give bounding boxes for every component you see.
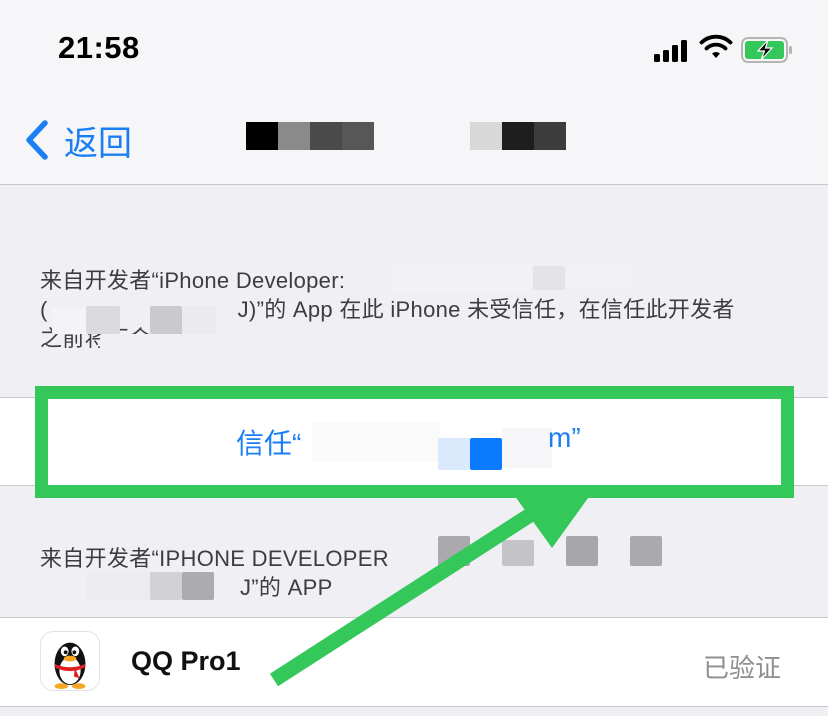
- redaction-block: [438, 438, 470, 470]
- app-name: QQ Pro1: [131, 646, 241, 676]
- status-time: 21:58: [58, 30, 140, 65]
- redaction-block: [150, 572, 182, 600]
- redacted-title-part: [246, 122, 374, 150]
- redacted-title-part: [470, 122, 566, 150]
- redaction-block: [182, 572, 214, 600]
- redaction-block: [470, 438, 502, 470]
- redaction-block: [312, 422, 440, 462]
- wifi-icon: [699, 34, 733, 58]
- redaction-block: [502, 428, 552, 468]
- redaction-block: [150, 306, 182, 334]
- redaction-block: [100, 334, 240, 354]
- status-bar: 21:58: [0, 0, 828, 96]
- back-chevron-icon: [26, 120, 48, 160]
- apps-header-line: 来自开发者“IPHONE DEVELOPER: [40, 546, 389, 571]
- redaction-block: [392, 262, 532, 292]
- redaction-block: [86, 306, 120, 334]
- back-label: 返回: [64, 124, 132, 163]
- qq-penguin-icon: [40, 631, 100, 691]
- redaction-block: [182, 306, 216, 334]
- back-button[interactable]: 返回: [24, 118, 132, 163]
- cellular-signal-icon: [654, 38, 688, 62]
- redaction-block: [438, 536, 470, 566]
- redaction-block: [630, 536, 662, 566]
- trust-developer-button[interactable]: 信任“: [236, 422, 301, 462]
- navigation-bar: 返回: [0, 96, 828, 185]
- app-verification-status: 已验证: [703, 653, 782, 683]
- app-list-item[interactable]: QQ Pro1 已验证: [0, 617, 828, 707]
- redaction-block: [533, 266, 565, 290]
- trust-button-suffix: m”: [548, 422, 581, 453]
- redaction-block: [502, 540, 534, 566]
- redaction-block: [566, 266, 632, 288]
- battery-charging-icon: [741, 37, 792, 63]
- redaction-block: [86, 572, 150, 600]
- redaction-block: [566, 536, 598, 566]
- trust-developer-row: 信任“ m”: [0, 397, 828, 486]
